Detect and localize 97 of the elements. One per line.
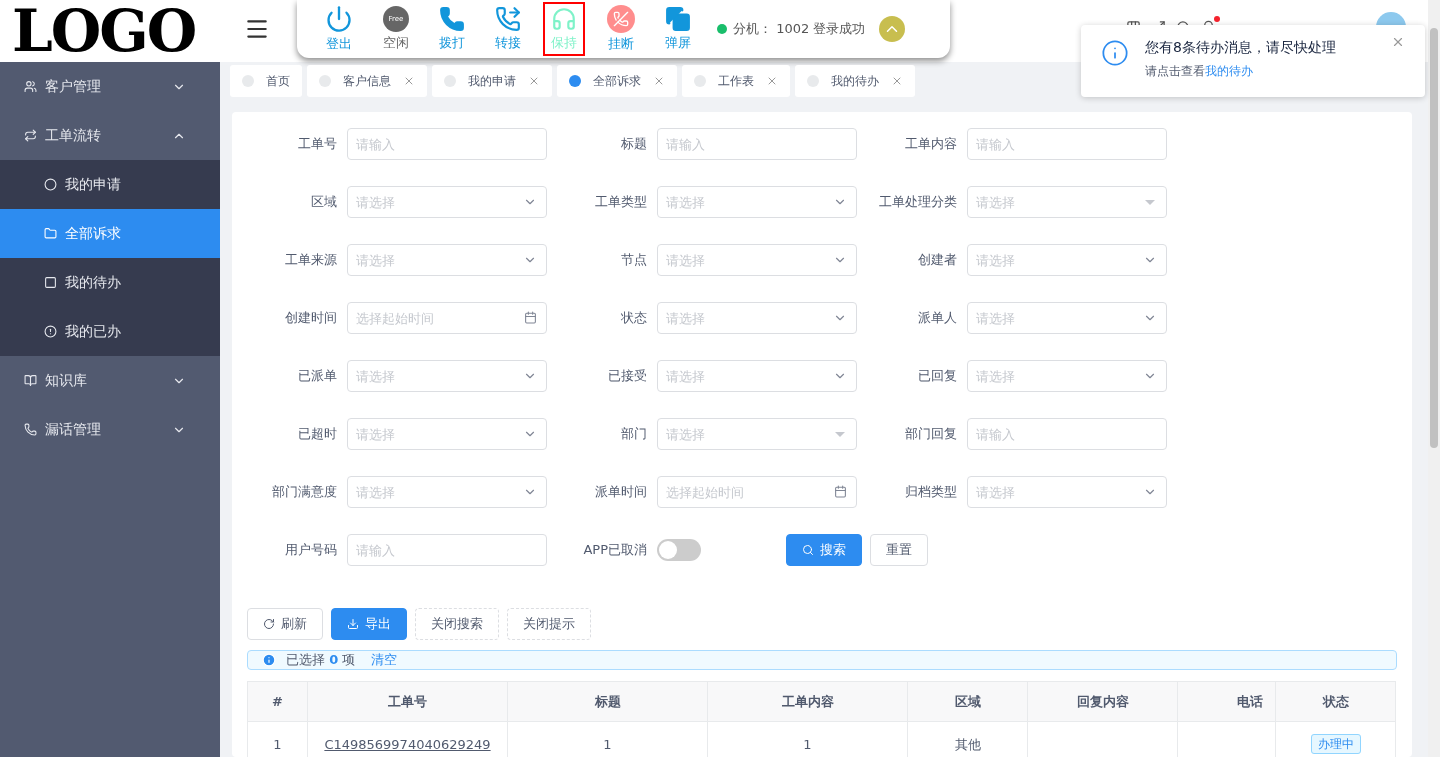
call-button[interactable]: 弹屏 [657, 2, 699, 56]
phone-icon [439, 6, 465, 32]
toolbar-button[interactable]: 关闭提示 [507, 608, 591, 640]
call-button[interactable]: 拨打 [431, 2, 473, 56]
menu-item[interactable]: 知识库 [0, 356, 220, 405]
field-label: 状态 [620, 309, 647, 327]
reset-button[interactable]: 重置 [870, 534, 928, 566]
swap-icon [24, 129, 37, 142]
logo: LOGO [12, 2, 196, 60]
book-icon [24, 374, 37, 387]
field-label: 工单来源 [284, 251, 337, 269]
field-label: 标题 [620, 135, 647, 153]
refresh-icon [263, 618, 275, 630]
folder-icon [44, 227, 57, 240]
toolbar-button[interactable]: 刷新 [247, 608, 323, 640]
caret-icon [835, 432, 845, 437]
column-header: 工单号 [307, 681, 508, 722]
column-header: 标题 [507, 681, 708, 722]
field-label: 已回复 [917, 367, 957, 385]
menu-item[interactable]: 漏话管理 [0, 405, 220, 454]
call-button[interactable]: 转接 [487, 2, 529, 56]
page-tab[interactable]: 工作表 [682, 65, 790, 97]
field-label: 已超时 [297, 425, 337, 443]
search-icon [802, 544, 814, 556]
call-button[interactable]: 登出 [317, 1, 361, 57]
page-tab[interactable]: 我的待办 [795, 65, 915, 97]
field-label: 工单内容 [904, 135, 957, 153]
close-icon[interactable] [528, 75, 540, 87]
column-header: 工单内容 [707, 681, 908, 722]
phone-icon [24, 423, 37, 436]
power-icon [325, 5, 353, 33]
search-button[interactable]: 搜索 [786, 534, 862, 566]
column-header: # [247, 681, 308, 722]
column-header: 状态 [1275, 681, 1396, 722]
notification-title: 您有8条待办消息，请尽快处理 [1145, 39, 1336, 57]
alert-icon [44, 325, 57, 338]
page-tab[interactable]: 客户信息 [307, 65, 427, 97]
close-icon[interactable] [766, 75, 778, 87]
headset-icon [551, 6, 577, 32]
scrollbar[interactable] [1428, 0, 1440, 757]
close-icon[interactable] [403, 75, 415, 87]
field-label: 归档类型 [904, 483, 957, 501]
field-label: 部门满意度 [271, 483, 337, 501]
users-icon [24, 80, 37, 93]
caret-icon [1145, 200, 1155, 205]
notification-text: 请点击查看 [1145, 64, 1205, 78]
submenu-item[interactable]: 我的已办 [0, 307, 220, 356]
table-cell: 1 [247, 721, 308, 757]
collapse-button[interactable] [879, 16, 906, 42]
info-icon [1101, 39, 1129, 67]
field-label: 部门 [620, 425, 647, 443]
field-label: 创建时间 [284, 309, 337, 327]
toolbar-button[interactable]: 关闭搜索 [415, 608, 499, 640]
hangup-icon [607, 5, 635, 33]
field-label: 派单人 [917, 309, 957, 327]
screen-icon [665, 6, 691, 32]
status-tag: 办理中 [1310, 734, 1361, 754]
field-label: 节点 [620, 251, 647, 269]
extension-status: 分机： 1002 登录成功 [733, 20, 866, 38]
field-label: 创建者 [917, 251, 957, 269]
close-button[interactable] [1391, 35, 1405, 49]
info-icon [262, 653, 276, 667]
calendar-icon [524, 311, 537, 324]
page-tab[interactable]: 首页 [230, 65, 302, 97]
column-header: 区域 [907, 681, 1028, 722]
submenu-item[interactable]: 全部诉求 [0, 209, 220, 258]
close-icon[interactable] [891, 75, 903, 87]
page-tab[interactable]: 全部诉求 [557, 65, 677, 97]
field-label: 工单号 [297, 135, 337, 153]
download-icon [347, 618, 359, 630]
field-label: 工单处理分类 [878, 193, 957, 211]
menu-item[interactable]: 工单流转 [0, 111, 220, 160]
circle-icon [44, 178, 57, 191]
transfer-icon [495, 6, 521, 32]
column-header: 回复内容 [1027, 681, 1178, 722]
submenu-item[interactable]: 我的待办 [0, 258, 220, 307]
field-label: 部门回复 [904, 425, 957, 443]
menu-item[interactable]: 客户管理 [0, 62, 220, 111]
close-icon[interactable] [653, 75, 665, 87]
calendar-icon [834, 485, 847, 498]
submenu-item[interactable]: 我的申请 [0, 160, 220, 209]
column-header: 电话 [1177, 681, 1276, 722]
page-tab[interactable]: 我的申请 [432, 65, 552, 97]
field-label: 已派单 [297, 367, 337, 385]
todo-link[interactable]: 我的待办 [1205, 64, 1253, 78]
toggle-switch[interactable] [657, 539, 701, 561]
field-label: 工单类型 [594, 193, 647, 211]
field-label: 用户号码 [284, 541, 337, 559]
field-label: APP已取消 [582, 541, 647, 559]
square-icon [44, 276, 57, 289]
field-label: 派单时间 [594, 483, 647, 501]
selection-text: 已选择 0 项 [286, 651, 356, 669]
field-label: 区域 [310, 193, 337, 211]
field-label: 已接受 [607, 367, 647, 385]
toolbar-button[interactable]: 导出 [331, 608, 407, 640]
call-button[interactable]: 挂断 [599, 1, 643, 57]
clear-link[interactable]: 清空 [371, 651, 398, 669]
